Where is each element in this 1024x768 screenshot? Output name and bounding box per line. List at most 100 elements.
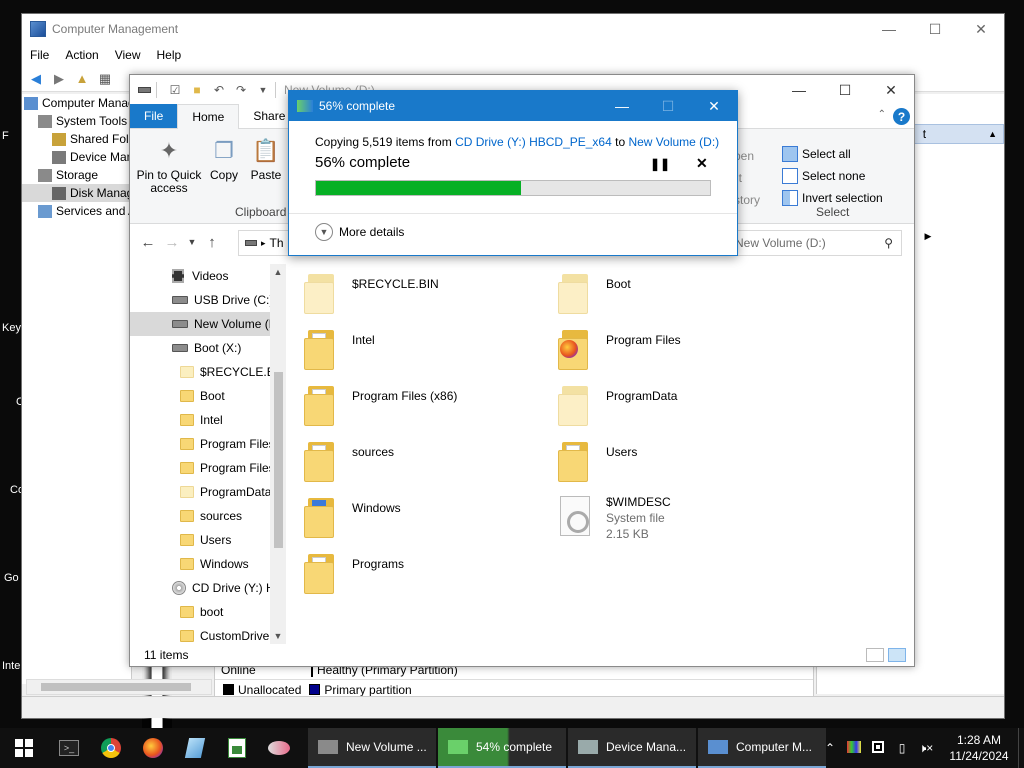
more-details-button[interactable]: ▼ More details xyxy=(315,223,404,241)
file-item[interactable]: $RECYCLE.BIN xyxy=(290,270,540,322)
destination-link[interactable]: New Volume (D:) xyxy=(628,135,719,149)
collapse-arrow-icon[interactable]: ▲ xyxy=(988,129,997,139)
nav-item[interactable]: $RECYCLE.BIN xyxy=(130,360,286,384)
back-button[interactable]: ← xyxy=(136,234,160,251)
recent-locations-button[interactable]: ▼ xyxy=(184,237,200,247)
tree-item[interactable]: Device Manager xyxy=(22,148,163,761)
menu-action[interactable]: Action xyxy=(65,48,98,62)
customize-qat-icon[interactable]: ▼ xyxy=(255,82,271,98)
show-hidden-icons[interactable]: ⌃ xyxy=(818,741,842,755)
navigation-scrollbar[interactable]: ▲ ▼ xyxy=(270,264,286,644)
select-all-button[interactable]: Select all xyxy=(782,143,851,165)
new-folder-icon[interactable]: ■ xyxy=(189,82,205,98)
file-item[interactable]: Program Files (x86) xyxy=(290,382,540,434)
taskbar-button[interactable]: Computer M... xyxy=(698,728,826,768)
nav-item[interactable]: Users xyxy=(130,528,286,552)
forward-button[interactable]: → xyxy=(160,234,184,251)
tree-item[interactable]: ›Services and Applications xyxy=(22,168,163,761)
tab-file[interactable]: File xyxy=(130,104,178,128)
file-item[interactable]: Boot xyxy=(544,270,794,322)
up-folder-icon[interactable]: ▲ xyxy=(72,70,92,88)
sheet-icon[interactable] xyxy=(216,728,258,768)
title-bar[interactable]: Computer Management — ☐ ✕ xyxy=(22,14,1004,44)
chrome-icon[interactable] xyxy=(90,728,132,768)
nav-item[interactable]: USB Drive (C:) xyxy=(130,288,286,312)
close-button[interactable]: ✕ xyxy=(868,75,914,105)
nav-item[interactable]: Videos xyxy=(130,264,286,288)
minimize-button[interactable]: — xyxy=(776,75,822,105)
file-item[interactable]: $WIMDESC System file 2.15 KB xyxy=(544,494,794,546)
source-link[interactable]: CD Drive (Y:) HBCD_PE_x64 xyxy=(455,135,612,149)
help-icon[interactable]: ? xyxy=(893,108,910,125)
maximize-button[interactable]: ☐ xyxy=(822,75,868,105)
nav-item[interactable]: CustomDrive xyxy=(130,624,286,644)
menu-view[interactable]: View xyxy=(115,48,141,62)
firefox-icon[interactable] xyxy=(132,728,174,768)
dialog-title-bar[interactable]: 56% complete — ☐ ✕ xyxy=(289,91,737,121)
tree-item[interactable]: ⌵System Tools xyxy=(22,112,163,761)
file-item[interactable]: Intel xyxy=(290,326,540,378)
display-icon[interactable] xyxy=(866,740,890,756)
minimize-button[interactable]: — xyxy=(866,14,912,44)
expand-ribbon-icon[interactable]: ⌃ xyxy=(878,109,886,120)
file-item[interactable]: Users xyxy=(544,438,794,490)
nav-item[interactable]: Boot (X:) xyxy=(130,336,286,360)
file-item[interactable]: Program Files xyxy=(544,326,794,378)
details-view-icon[interactable] xyxy=(866,648,884,662)
taskbar-button[interactable]: Device Mana... xyxy=(568,728,696,768)
redo-icon[interactable]: ↷ xyxy=(233,82,249,98)
forward-arrow-icon[interactable]: ▶ xyxy=(49,70,69,88)
paste-button[interactable]: 📋 Paste xyxy=(236,135,296,182)
horizontal-scrollbar[interactable] xyxy=(26,679,212,695)
file-item[interactable]: Programs xyxy=(290,550,540,602)
menu-help[interactable]: Help xyxy=(157,48,182,62)
minimize-button[interactable]: — xyxy=(599,91,645,121)
close-button[interactable]: ✕ xyxy=(958,14,1004,44)
tree-item[interactable]: Computer Management (Local) xyxy=(22,94,163,761)
notepad-icon[interactable] xyxy=(174,728,216,768)
file-item[interactable]: sources xyxy=(290,438,540,490)
clock[interactable]: 1:28 AM 11/24/2024 xyxy=(944,732,1014,764)
tree-item[interactable]: ⌵Storage xyxy=(22,166,163,761)
color-app-icon[interactable] xyxy=(842,740,866,756)
menu-file[interactable]: File xyxy=(30,48,49,62)
nav-item[interactable]: New Volume (D:) xyxy=(130,312,286,336)
cancel-button[interactable]: ✕ xyxy=(696,155,708,172)
show-hide-tree-icon[interactable]: ▦ xyxy=(95,70,115,88)
tab-home[interactable]: Home xyxy=(177,104,240,129)
nav-item[interactable]: Program Files (x86) xyxy=(130,456,286,480)
up-button[interactable]: ↑ xyxy=(200,234,224,251)
large-icons-view-icon[interactable] xyxy=(888,648,906,662)
close-button[interactable]: ✕ xyxy=(691,91,737,121)
copy-progress-dialog[interactable]: 56% complete — ☐ ✕ Copying 5,519 items f… xyxy=(288,90,738,256)
nav-item[interactable]: ProgramData xyxy=(130,480,286,504)
nav-item[interactable]: sources xyxy=(130,504,286,528)
tree-item[interactable]: Disk Management xyxy=(22,168,163,761)
nav-item[interactable]: Program Files xyxy=(130,432,286,456)
undo-icon[interactable]: ↶ xyxy=(211,82,227,98)
back-arrow-icon[interactable]: ◀ xyxy=(26,70,46,88)
scroll-up-icon[interactable]: ▲ xyxy=(270,264,286,280)
scroll-down-icon[interactable]: ▼ xyxy=(270,628,286,644)
volume-muted-icon[interactable]: 🕨× xyxy=(914,741,938,756)
nav-item[interactable]: Boot xyxy=(130,384,286,408)
nav-item[interactable]: CD Drive (Y:) HBCD_PE_x64 xyxy=(130,576,286,600)
nav-item[interactable]: Windows xyxy=(130,552,286,576)
taskbar-button[interactable]: New Volume ... xyxy=(308,728,436,768)
properties-icon[interactable]: ☑ xyxy=(167,82,183,98)
taskbar-button[interactable]: 54% complete xyxy=(438,728,566,768)
pause-button[interactable]: ❚❚ xyxy=(650,157,670,171)
usb-eject-icon[interactable]: ▯ xyxy=(890,741,914,755)
tree-item[interactable]: ›Shared Folders xyxy=(22,130,163,761)
maximize-button[interactable]: ☐ xyxy=(912,14,958,44)
file-item[interactable]: Windows xyxy=(290,494,540,546)
file-item[interactable]: ProgramData xyxy=(544,382,794,434)
nav-item[interactable]: Intel xyxy=(130,408,286,432)
cmd-icon[interactable]: >_ xyxy=(48,728,90,768)
tool-icon[interactable] xyxy=(258,728,300,768)
search-box[interactable]: h New Volume (D:) ⚲ xyxy=(720,230,902,256)
show-desktop-button[interactable] xyxy=(1018,728,1024,768)
nav-item[interactable]: boot xyxy=(130,600,286,624)
start-button[interactable] xyxy=(0,728,48,768)
scroll-thumb[interactable] xyxy=(274,372,283,548)
